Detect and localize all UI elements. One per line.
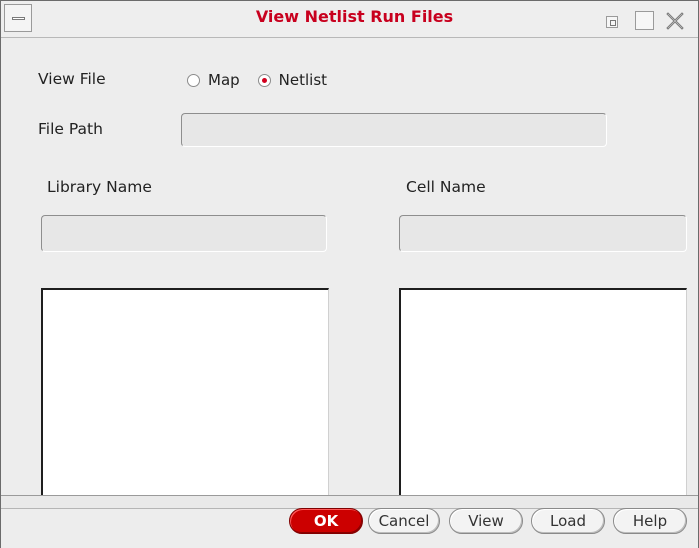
- load-button[interactable]: Load: [531, 508, 605, 534]
- file-path-field[interactable]: [181, 113, 607, 147]
- radio-map-label: Map: [208, 71, 240, 89]
- close-button[interactable]: [665, 11, 685, 31]
- maximize-button[interactable]: [635, 11, 654, 30]
- minimize-button[interactable]: [606, 16, 618, 28]
- cell-name-label: Cell Name: [406, 178, 486, 196]
- cell-name-input[interactable]: [400, 216, 686, 251]
- library-name-field[interactable]: [41, 215, 327, 252]
- file-path-label: File Path: [38, 120, 103, 138]
- close-icon: [666, 12, 684, 30]
- radio-netlist-label: Netlist: [278, 71, 328, 89]
- ok-button[interactable]: OK: [289, 508, 363, 534]
- radio-netlist-icon: [257, 73, 271, 87]
- library-name-label: Library Name: [47, 178, 152, 196]
- cancel-button[interactable]: Cancel: [368, 508, 440, 534]
- radio-map-icon: [187, 73, 200, 87]
- dialog-window: View Netlist Run Files View File Map Net…: [0, 0, 699, 548]
- view-button[interactable]: View: [449, 508, 523, 534]
- window-title: View Netlist Run Files: [255, 7, 454, 26]
- file-path-input[interactable]: [182, 114, 606, 146]
- title-bar[interactable]: View Netlist Run Files: [1, 1, 698, 38]
- cell-list[interactable]: [399, 288, 687, 495]
- library-name-input[interactable]: [42, 216, 326, 251]
- library-list[interactable]: [41, 288, 329, 495]
- view-file-radio-group: Map Netlist: [187, 69, 345, 91]
- cell-name-field[interactable]: [399, 215, 687, 252]
- radio-netlist[interactable]: Netlist: [257, 71, 328, 89]
- help-button[interactable]: Help: [613, 508, 687, 534]
- radio-map[interactable]: Map: [187, 71, 240, 89]
- view-file-label: View File: [38, 70, 106, 88]
